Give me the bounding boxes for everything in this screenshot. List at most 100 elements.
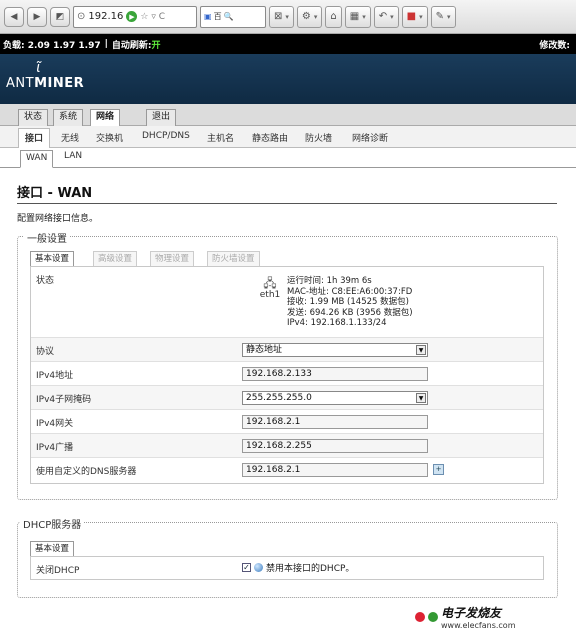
basic-settings-panel: 状态 🖧 eth1 运行时间: 1h 39m 6s MAC-地址: C8:EE:…: [30, 266, 544, 484]
watermark-text: 电子发烧友: [441, 606, 502, 620]
disable-dhcp-row: 关闭DHCP ✓ 禁用本接口的DHCP。: [31, 557, 543, 579]
tab-lan[interactable]: LAN: [64, 151, 82, 161]
status-ipv4: IPv4: 192.168.1.133/24: [287, 318, 387, 328]
disable-dhcp-label: 关闭DHCP: [36, 566, 80, 576]
auto-refresh-toggle[interactable]: 开: [152, 38, 161, 51]
interface-status: 🖧 eth1 运行时间: 1h 39m 6s MAC-地址: C8:EE:A6:…: [257, 276, 413, 329]
chevron-down-icon: ▾: [362, 12, 366, 21]
load-text: 负载: 2.09 1.97 1.97: [3, 40, 101, 51]
brand-name-prefix: ANT: [6, 76, 35, 91]
gateway-input[interactable]: 192.168.2.1: [242, 415, 428, 429]
search-icon[interactable]: 🔍: [224, 12, 234, 21]
status-tx: 发送: 694.26 KB (3956 数据包): [287, 307, 413, 318]
tab-dhcp-dns[interactable]: DHCP/DNS: [142, 131, 190, 141]
tab-interfaces[interactable]: 接口: [18, 128, 51, 148]
chevron-down-icon: ▾: [313, 12, 318, 21]
add-dns-icon[interactable]: +: [433, 464, 444, 475]
go-icon[interactable]: ▶: [126, 11, 138, 22]
ipv4-address-label: IPv4地址: [36, 371, 74, 381]
broadcast-label: IPv4广播: [36, 443, 74, 453]
network-sub-tabs: 接口 无线 交换机 DHCP/DNS 主机名 静态路由 防火墙 网络诊断: [0, 126, 576, 148]
addon-icon: ⚙: [301, 11, 311, 22]
back-arrow-icon[interactable]: ◀: [4, 6, 24, 27]
tools-button[interactable]: ✎ ▾: [430, 5, 456, 28]
tab-status[interactable]: 状态: [18, 109, 49, 126]
disable-dhcp-text: 禁用本接口的DHCP。: [266, 564, 355, 574]
status-uptime: 运行时间: 1h 39m 6s: [287, 276, 372, 286]
tab-wan[interactable]: WAN: [20, 150, 54, 168]
tab-advanced-settings[interactable]: 高级设置: [93, 251, 138, 266]
page-title: 接口 - WAN: [17, 182, 557, 204]
tab-switch[interactable]: 交换机: [96, 131, 123, 144]
disable-dhcp-control[interactable]: ✓ 禁用本接口的DHCP。: [242, 561, 354, 574]
dhcp-panel: 关闭DHCP ✓ 禁用本接口的DHCP。: [30, 556, 544, 580]
brand-name-suffix: MINER: [34, 76, 85, 91]
netmask-label: IPv4子网掩码: [36, 395, 92, 405]
disable-dhcp-checkbox[interactable]: ✓: [242, 563, 251, 572]
page-description: 配置网络接口信息。: [17, 214, 99, 224]
dhcp-server-fieldset: DHCP服务器 基本设置 关闭DHCP ✓ 禁用本接口的DHCP。: [17, 516, 558, 598]
watermark-site: www.elecfans.com: [441, 621, 516, 630]
tab-hostnames[interactable]: 主机名: [207, 131, 234, 144]
tab-system[interactable]: 系统: [53, 109, 84, 126]
home-icon: ⌂: [330, 11, 337, 22]
status-mac: MAC-地址: C8:EE:A6:00:37:FD: [287, 286, 413, 297]
ant-logo-icon: ɩ̃: [36, 60, 42, 76]
gateway-label: IPv4网关: [36, 419, 74, 429]
separator: |: [104, 39, 108, 49]
dhcp-tabs: 基本设置: [30, 541, 230, 556]
broadcast-input[interactable]: 192.168.2.255: [242, 439, 428, 453]
ethernet-icon: 🖧: [263, 276, 277, 290]
chevron-down-icon[interactable]: ▼: [416, 393, 426, 403]
address-bar[interactable]: ⊙ 192.16 ▶ ☆ ▿ C: [73, 5, 197, 28]
general-settings-tabs: 基本设置 高级设置 物理设置 防火墙设置: [30, 251, 550, 266]
dns-input[interactable]: 192.168.2.1: [242, 463, 428, 477]
netmask-select[interactable]: 255.255.255.0 ▼: [242, 391, 428, 405]
lock-icon: ⊙: [77, 11, 86, 22]
tab-static-routes[interactable]: 静态路由: [252, 131, 288, 144]
netmask-value: 255.255.255.0: [246, 393, 312, 403]
browser-toolbar: ◀ ▶ ◩ ⊙ 192.16 ▶ ☆ ▿ C ▣ 百 🔍 ⊠ ▾ ⚙ ▾ ⌂ ▦ ▾ …: [0, 0, 576, 34]
search-engine-icon[interactable]: ▣: [204, 12, 212, 21]
tab-basic-settings[interactable]: 基本设置: [30, 251, 75, 266]
undo-button[interactable]: ↶ ▾: [373, 5, 399, 28]
chevron-down-icon: ▾: [390, 12, 394, 21]
protocol-select[interactable]: 静态地址 ▼: [242, 343, 428, 357]
tab-dhcp-basic-settings[interactable]: 基本设置: [30, 541, 75, 556]
search-input[interactable]: ▣ 百 🔍: [200, 5, 266, 28]
tab-network[interactable]: 网络: [90, 109, 121, 127]
chevron-down-icon: ▾: [419, 12, 423, 21]
main-tabs: 状态 系统 网络 退出: [0, 104, 576, 127]
tools-icon: ✎: [435, 11, 444, 22]
screenshot-button[interactable]: ⊠ ▾: [269, 5, 294, 28]
tab-diagnostics[interactable]: 网络诊断: [352, 131, 388, 144]
forward-arrow-icon[interactable]: ▶: [27, 6, 47, 27]
home-button[interactable]: ⌂: [325, 5, 342, 28]
tab-firewall-settings[interactable]: 防火墙设置: [207, 251, 260, 266]
image-button[interactable]: ▦ ▾: [344, 5, 371, 28]
protocol-row: 协议 静态地址 ▼: [31, 338, 543, 362]
watermark-logo-icon: [415, 612, 425, 622]
header: ɩ̃ ANTMINER: [0, 54, 576, 104]
interface-badge: 🖧 eth1: [257, 276, 283, 329]
search-engine-label: 百: [213, 12, 222, 21]
addon-button[interactable]: ⚙ ▾: [296, 5, 323, 28]
bookmark-star-icon[interactable]: ☆ ▿ C: [140, 12, 165, 22]
general-settings-legend: 一般设置: [24, 230, 70, 245]
dns-label: 使用自定义的DNS服务器: [36, 467, 137, 477]
changes-count[interactable]: 修改数:: [539, 38, 573, 51]
tab-physical-settings[interactable]: 物理设置: [150, 251, 195, 266]
tab-firewall[interactable]: 防火墙: [305, 131, 332, 144]
chevron-down-icon: ▾: [446, 12, 451, 21]
antminer-logo: ɩ̃ ANTMINER: [6, 60, 84, 91]
chevron-down-icon[interactable]: ▼: [416, 345, 426, 355]
favicon-icon[interactable]: ◩: [50, 6, 70, 27]
chevron-down-icon: ▾: [285, 12, 289, 21]
globe-icon: [254, 563, 263, 572]
general-settings-fieldset: 一般设置 基本设置 高级设置 物理设置 防火墙设置 状态 🖧 eth1 运行时间…: [17, 230, 558, 500]
ipv4-address-input[interactable]: 192.168.2.133: [242, 367, 428, 381]
apps-button[interactable]: ■ ▾: [401, 5, 428, 28]
tab-wireless[interactable]: 无线: [61, 131, 79, 144]
tab-logout[interactable]: 退出: [146, 109, 177, 126]
protocol-value: 静态地址: [246, 345, 283, 355]
